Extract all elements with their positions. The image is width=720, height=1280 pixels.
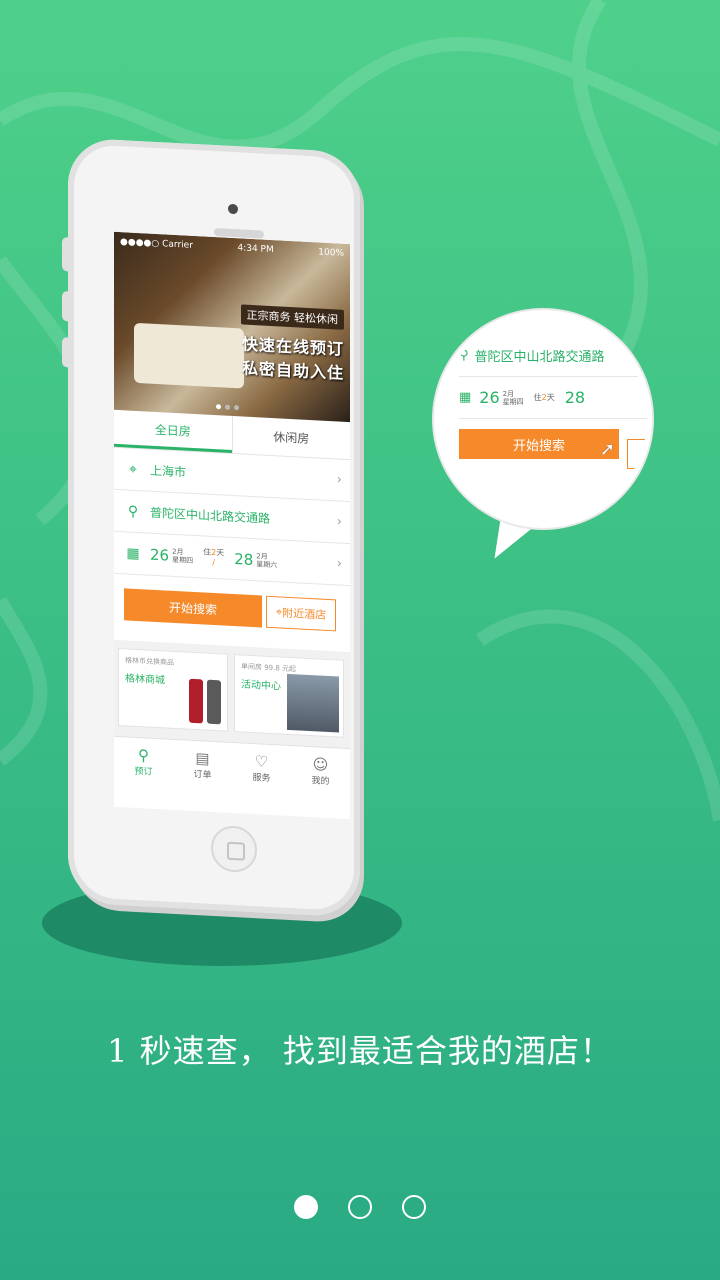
magnified-search-form: ⚲ 普陀区中山北路交通路 ▦ 26 2月 星期四 住2天 28 开始搜索 ➚	[459, 335, 647, 460]
stay-length: 住2天 /	[203, 546, 225, 567]
magnified-checkout-day: 28	[564, 388, 586, 407]
promo-card-events[interactable]: 单间房 99.8 元起 活动中心	[234, 654, 344, 738]
tab-services[interactable]: ♡ 服务	[232, 743, 291, 793]
checkin-weekday: 星期四	[172, 555, 194, 565]
tab-orders[interactable]: ▤ 订单	[173, 740, 232, 790]
tab-label: 预订	[134, 766, 153, 778]
battery-label: 100%	[318, 247, 344, 259]
magnified-address: 普陀区中山北路交通路	[474, 350, 605, 365]
magnifier-bubble: ⚲ 普陀区中山北路交通路 ▦ 26 2月 星期四 住2天 28 开始搜索 ➚	[434, 310, 652, 528]
gray-thermos-image	[207, 679, 221, 725]
tab-label: 订单	[193, 769, 212, 781]
magnified-checkin-month: 2月	[502, 389, 515, 398]
carrier-label: ●●●●○ Carrier	[120, 237, 193, 251]
nearby-hotels-button[interactable]: ⌖ 附近酒店	[266, 595, 336, 632]
volume-up-button	[62, 291, 72, 322]
stay-unit: 天	[216, 547, 225, 558]
magnified-checkin-meta: 2月 星期四	[503, 390, 524, 406]
pointer-cursor-icon: ➚	[599, 439, 615, 460]
checkout-meta: 2月 星期六	[256, 552, 277, 569]
tab-leisure[interactable]: 休闲房	[231, 415, 350, 460]
pager-dot-2[interactable]	[348, 1195, 372, 1219]
tab-book[interactable]: ⚲ 预订	[114, 737, 173, 787]
location-pin-icon: ⌖	[129, 461, 137, 478]
magnified-stay: 住2天	[534, 393, 555, 403]
bed-image	[134, 322, 244, 389]
volume-down-button	[62, 337, 72, 368]
chevron-right-icon: ›	[336, 556, 342, 572]
magnified-address-row: ⚲ 普陀区中山北路交通路	[459, 335, 647, 377]
city-value: 上海市	[150, 463, 187, 480]
chevron-right-icon: ›	[336, 514, 342, 530]
checkout-weekday: 星期六	[256, 559, 278, 569]
magnified-search-label: 开始搜索	[512, 438, 565, 454]
banner-tag: 正宗商务 轻松休闲	[240, 304, 344, 330]
promo-card-mall[interactable]: 格林币兑换商品 格林商城	[118, 647, 228, 732]
mute-switch	[62, 237, 72, 272]
calendar-icon: ▦	[126, 544, 140, 562]
onboarding-caption: 1 秒速查， 找到最适合我的酒店！	[107, 1032, 613, 1070]
chevron-right-icon: ›	[336, 472, 342, 488]
tab-label: 服务	[252, 773, 271, 784]
pager-dot-3[interactable]	[402, 1195, 426, 1219]
front-camera	[228, 203, 238, 215]
checkin-meta: 2月 星期四	[172, 547, 193, 564]
app-screen: ●●●●○ Carrier 4:34 PM 100% 正宗商务 轻松休闲 快速在…	[114, 231, 350, 820]
search-icon: ⚲	[459, 348, 469, 363]
promo-subtitle: 格林币兑换商品	[125, 656, 174, 667]
hotel-banner[interactable]: ●●●●○ Carrier 4:34 PM 100% 正宗商务 轻松休闲 快速在…	[114, 231, 350, 423]
hotel-building-image	[287, 673, 339, 733]
clock: 4:34 PM	[237, 243, 274, 256]
start-search-button[interactable]: 开始搜索	[124, 588, 262, 628]
search-icon: ⚲	[138, 746, 149, 765]
checkout-day: 28	[234, 549, 254, 569]
calendar-icon: ▦	[459, 390, 472, 405]
nearby-label: 附近酒店	[282, 607, 327, 622]
banner-carousel-dots	[216, 404, 239, 411]
magnified-search-button: 开始搜索 ➚	[459, 429, 619, 460]
banner-headline-2: 私密自助入住	[241, 358, 344, 383]
tab-full-day[interactable]: 全日房	[114, 409, 232, 453]
stay-prefix: 住	[203, 546, 212, 557]
onboarding-pager	[294, 1195, 426, 1219]
user-icon: ☺	[312, 755, 329, 774]
address-value: 普陀区中山北路交通路	[150, 505, 271, 526]
red-thermos-image	[189, 678, 203, 724]
tab-mine[interactable]: ☺ 我的	[291, 746, 350, 796]
checkin-day: 26	[150, 545, 170, 565]
magnified-checkin-weekday: 星期四	[502, 397, 524, 406]
phone-mockup: ●●●●○ Carrier 4:34 PM 100% 正宗商务 轻松休闲 快速在…	[62, 137, 360, 918]
clipboard-icon: ▤	[195, 749, 210, 768]
heart-icon: ♡	[254, 752, 269, 771]
promo-strip: 格林币兑换商品 格林商城 单间房 99.8 元起 活动中心	[114, 639, 350, 749]
magnified-stay-prefix: 住	[533, 392, 542, 402]
magnified-date-row: ▦ 26 2月 星期四 住2天 28	[459, 377, 647, 419]
home-button	[211, 824, 257, 874]
magnified-stay-unit: 天	[546, 392, 555, 402]
pager-dot-1[interactable]	[294, 1195, 318, 1219]
search-icon: ⚲	[127, 502, 139, 520]
tab-label: 我的	[311, 776, 330, 788]
magnified-checkin-day: 26	[479, 388, 500, 407]
